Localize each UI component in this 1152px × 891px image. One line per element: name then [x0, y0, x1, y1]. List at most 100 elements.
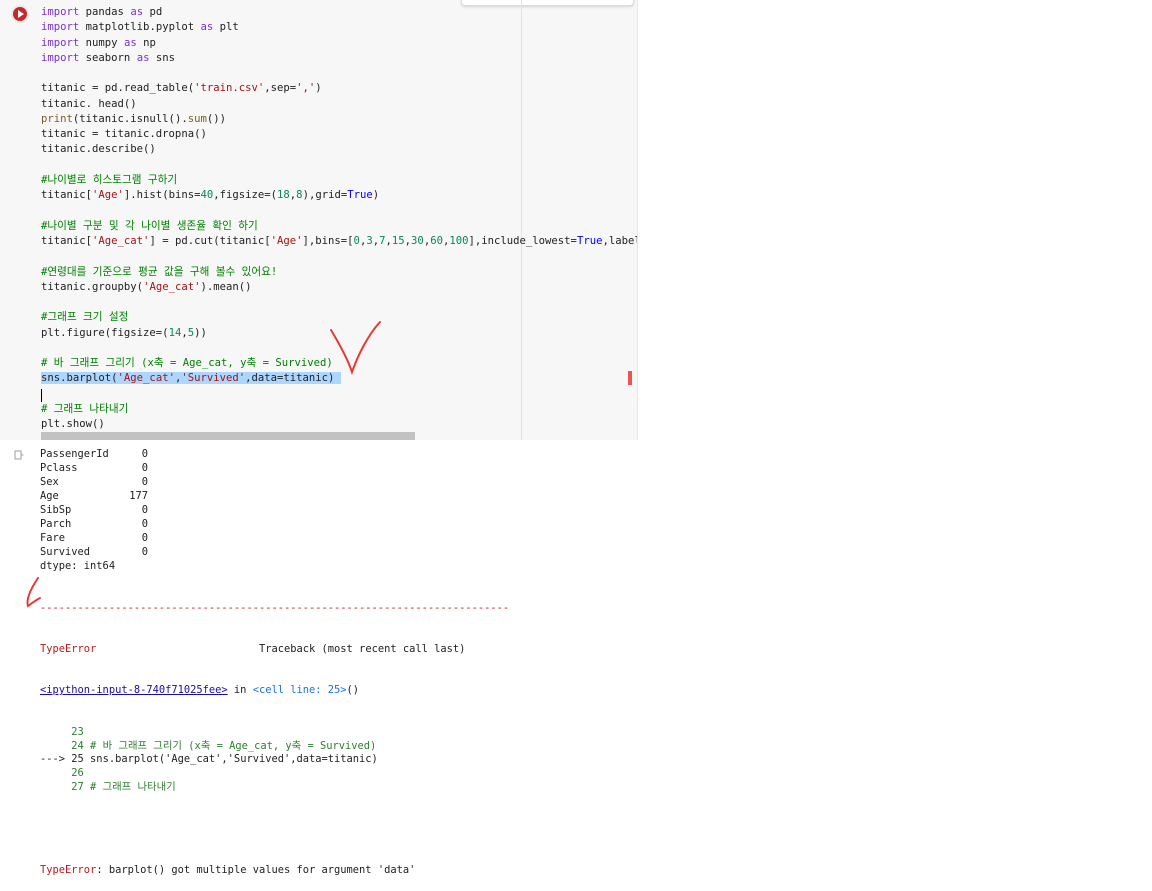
text-cursor — [41, 389, 42, 402]
code-token: plt.show() — [41, 418, 105, 431]
output-row-name: Sex — [40, 476, 59, 488]
output-row: Parch 0 — [40, 518, 148, 530]
traceback-line: 23 — [40, 726, 500, 740]
output-indicator-icon[interactable] — [14, 450, 24, 460]
traceback-line-number: 27 — [40, 780, 84, 793]
run-cell-button[interactable] — [11, 5, 29, 23]
code-token: True — [576, 234, 603, 247]
code-token: #나이별로 히스토그램 구하기 — [41, 173, 178, 186]
code-line[interactable]: import matplotlib.pyplot as plt — [41, 20, 637, 35]
cell-line-link[interactable]: <cell line: 25> — [253, 684, 347, 696]
code-token: 'Age' — [92, 189, 124, 202]
traceback-line-text: # 바 그래프 그리기 (x축 = Age_cat, y축 = Survived… — [83, 739, 377, 752]
final-error: TypeError: barplot() got multiple values… — [40, 864, 500, 878]
code-line[interactable] — [41, 66, 637, 81]
code-token: 'Survived' — [181, 372, 246, 385]
code-line[interactable]: # 그래프 나타내기 — [41, 402, 637, 417]
error-type: TypeError — [40, 642, 97, 655]
code-token: import — [41, 6, 80, 18]
code-token: 'Age' — [270, 234, 303, 247]
code-token: matplotlib.pyplot — [79, 21, 201, 34]
horizontal-scrollbar[interactable] — [41, 432, 415, 440]
code-line[interactable]: titanic = titanic.dropna() — [41, 127, 637, 142]
code-token: ],include_lowest= — [468, 234, 577, 247]
code-token: 30 — [411, 234, 424, 247]
code-token: 'Age_cat' — [92, 234, 150, 247]
traceback-header: TypeError Traceback (most recent call la… — [40, 643, 500, 657]
code-token: sns — [149, 51, 175, 64]
output-row-name: Survived — [40, 546, 91, 558]
code-line[interactable]: #나이별로 히스토그램 구하기 — [41, 173, 637, 188]
traceback: ----------------------------------------… — [40, 574, 510, 891]
traceback-location: <ipython-input-8-740f71025fee> in <cell … — [40, 684, 500, 698]
output-row: Survived 0 — [40, 546, 148, 558]
code-line[interactable]: # 바 그래프 그리기 (x축 = Age_cat, y축 = Survived… — [41, 356, 637, 371]
code-line[interactable]: titanic['Age'].hist(bins=40,figsize=(18,… — [41, 188, 637, 203]
traceback-header-right: Traceback (most recent call last) — [258, 642, 466, 655]
code-line[interactable]: import numpy as np — [41, 36, 637, 51]
code-line[interactable]: titanic. head() — [41, 97, 637, 112]
ipython-input-link[interactable]: <ipython-input-8-740f71025fee> — [40, 684, 228, 696]
code-line[interactable] — [41, 203, 637, 218]
output-row-name: Pclass — [40, 462, 78, 474]
code-line[interactable] — [41, 387, 637, 402]
code-token: numpy — [79, 36, 124, 49]
final-error-message: : barplot() got multiple values for argu… — [96, 863, 416, 876]
output-row-name: PassengerId — [40, 448, 109, 460]
code-line[interactable] — [41, 295, 637, 310]
code-line[interactable]: print(titanic.isnull().sum()) — [41, 112, 637, 127]
output-row-name: Parch — [40, 518, 72, 530]
code-token: np — [136, 36, 156, 49]
output-row: Pclass 0 — [40, 462, 148, 474]
code-token: #그래프 크기 설정 — [41, 311, 129, 324]
code-editor[interactable]: import pandas as pd import matplotlib.pyp… — [41, 5, 637, 435]
traceback-line-text: sns.barplot('Age_cat','Survived',data=ti… — [83, 753, 378, 766]
code-line[interactable]: #나이별 구분 및 각 나이별 생존율 확인 하기 — [41, 219, 637, 234]
error-marker — [628, 371, 632, 385]
code-token: as — [130, 6, 144, 18]
code-token: titanic[ — [41, 234, 93, 247]
code-token: import — [41, 51, 80, 64]
code-line[interactable]: #그래프 크기 설정 — [41, 310, 637, 325]
code-token: as — [200, 21, 214, 34]
code-token: ].hist(bins= — [123, 189, 201, 202]
code-line[interactable] — [41, 341, 637, 356]
output-row-name: Fare — [40, 532, 66, 544]
code-line[interactable] — [41, 158, 637, 173]
code-line[interactable]: sns.barplot('Age_cat','Survived',data=ti… — [41, 371, 637, 386]
code-token: plt — [213, 21, 239, 34]
code-token: ).mean() — [200, 280, 252, 293]
traceback-line-text: # 그래프 나타내기 — [83, 780, 176, 793]
code-token: as — [136, 51, 150, 64]
code-token: ] = pd.cut(titanic[ — [149, 234, 271, 247]
traceback-separator: ----------------------------------------… — [40, 601, 510, 614]
code-line[interactable]: titanic.describe() — [41, 142, 637, 157]
code-line[interactable]: import pandas as pd — [41, 5, 637, 20]
code-token: 18 — [277, 189, 290, 202]
traceback-line-number: 26 — [40, 767, 84, 780]
code-line[interactable]: import seaborn as sns — [41, 51, 637, 66]
code-token: ()) — [206, 112, 226, 125]
code-token: plt.figure(figsize=( — [41, 326, 169, 339]
code-token: sns.barplot( — [41, 372, 118, 385]
code-line[interactable] — [41, 249, 637, 264]
cell-output: PassengerId 0 Pclass 0 Sex 0 Age 177 SibSp 0 Parch… — [40, 447, 640, 573]
code-line[interactable]: titanic = pd.read_table('train.csv',sep=… — [41, 81, 637, 96]
output-row: PassengerId 0 — [40, 448, 148, 460]
code-token: 15 — [391, 234, 405, 247]
code-token: as — [123, 36, 137, 49]
code-token: 60 — [430, 234, 443, 247]
code-line[interactable]: plt.show() — [41, 417, 637, 432]
code-token: True — [347, 189, 373, 202]
final-error-type: TypeError — [40, 863, 97, 876]
code-line[interactable]: plt.figure(figsize=(14,5)) — [41, 326, 637, 341]
code-line[interactable]: titanic['Age_cat'] = pd.cut(titanic['Age… — [41, 234, 637, 249]
code-token: pd — [143, 6, 163, 18]
code-token: ',' — [296, 82, 316, 95]
code-line[interactable]: #연령대를 기준으로 평균 값을 구해 볼수 있어요! — [41, 265, 637, 280]
code-token: 'Age_cat' — [143, 280, 201, 293]
output-row: Fare 0 — [40, 532, 148, 544]
traceback-line: 24 # 바 그래프 그리기 (x축 = Age_cat, y축 = Survi… — [40, 740, 500, 754]
code-token: 14 — [168, 326, 182, 339]
code-line[interactable]: titanic.groupby('Age_cat').mean() — [41, 280, 637, 295]
